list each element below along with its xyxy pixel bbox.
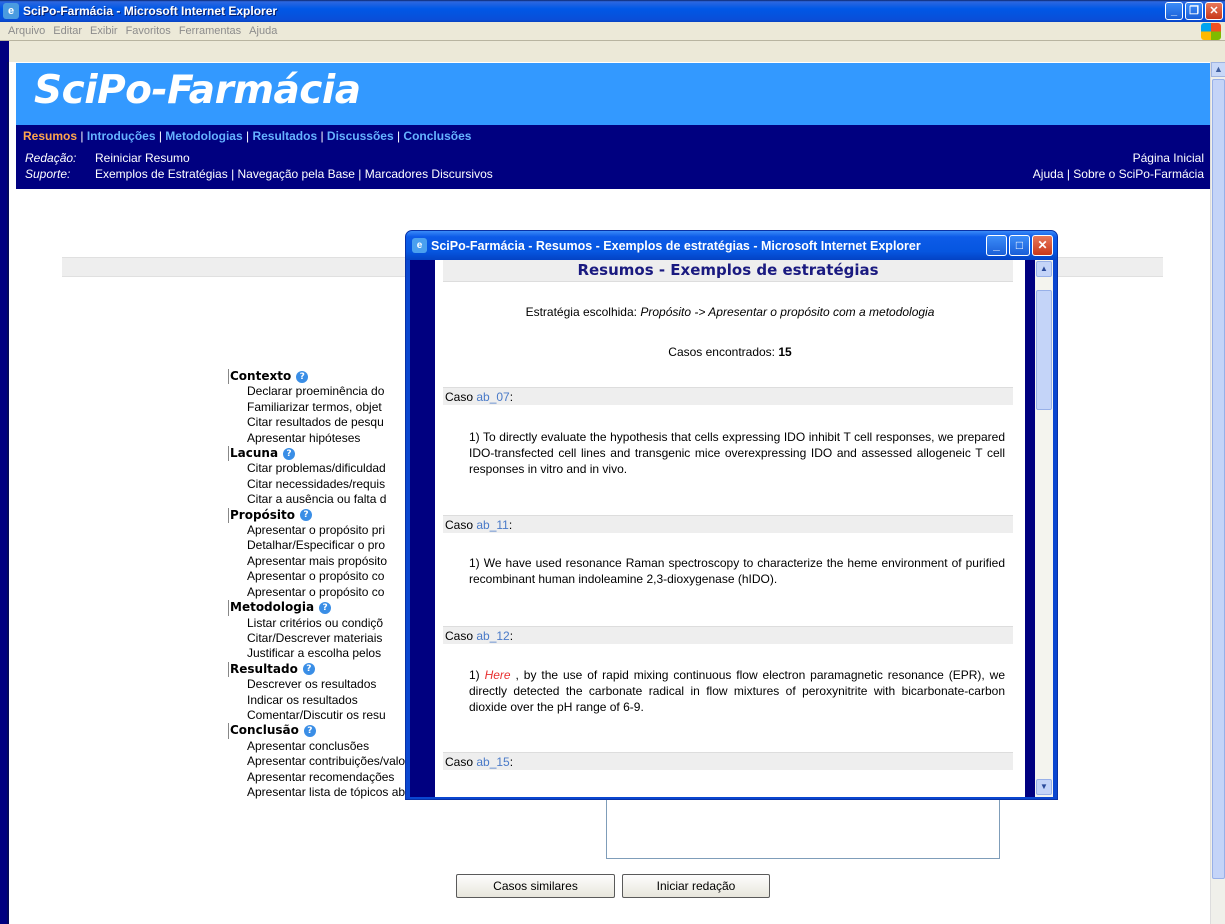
site-nav: Resumos | Introduções | Metodologias | R… [16, 125, 1210, 189]
popup-maximize-button[interactable]: □ [1009, 235, 1030, 256]
tab-discussoes[interactable]: Discussões [327, 129, 394, 143]
popup-left-frame [410, 260, 435, 797]
redacao-label: Redação: [25, 151, 77, 165]
case-id-link[interactable]: ab_07 [476, 390, 509, 404]
examples-popup-window: e SciPo-Farmácia - Resumos - Exemplos de… [405, 230, 1058, 800]
popup-minimize-button[interactable]: _ [986, 235, 1007, 256]
popup-content: Resumos - Exemplos de estratégias Estrat… [435, 260, 1025, 797]
help-icon[interactable]: ? [302, 663, 315, 676]
ie-icon: e [412, 238, 427, 253]
popup-scroll-thumb[interactable] [1036, 290, 1052, 410]
main-scrollbar[interactable]: ▲ [1210, 62, 1225, 924]
suporte-label: Suporte: [25, 167, 71, 181]
browser-window: e SciPo-Farmácia - Microsoft Internet Ex… [0, 0, 1225, 924]
menu-exibir[interactable]: Exibir [90, 25, 118, 37]
title-bar: e SciPo-Farmácia - Microsoft Internet Ex… [0, 0, 1225, 22]
menu-ajuda[interactable]: Ajuda [249, 25, 277, 37]
reiniciar-resumo-link[interactable]: Reiniciar Resumo [95, 151, 190, 165]
tab-metodologias[interactable]: Metodologias [165, 129, 242, 143]
scroll-thumb[interactable] [1212, 79, 1225, 879]
suporte-row: Suporte: Exemplos de Estratégias | Navega… [25, 167, 493, 181]
ajuda-sobre-links[interactable]: Ajuda | Sobre o SciPo-Farmácia [1033, 167, 1204, 181]
help-icon[interactable]: ? [303, 725, 316, 738]
redacao-row: Redação: Reiniciar Resumo [25, 151, 190, 165]
popup-heading: Resumos - Exemplos de estratégias [443, 260, 1013, 282]
popup-client: Resumos - Exemplos de estratégias Estrat… [410, 260, 1053, 797]
case-id-link[interactable]: ab_12 [476, 629, 509, 643]
restore-button[interactable]: ❐ [1185, 2, 1203, 20]
suporte-links[interactable]: Exemplos de Estratégias | Navegação pela… [95, 167, 493, 181]
popup-close-button[interactable]: ✕ [1032, 235, 1053, 256]
menu-editar[interactable]: Editar [53, 25, 82, 37]
iniciar-redacao-button[interactable]: Iniciar redação [622, 874, 770, 898]
popup-title-bar: e SciPo-Farmácia - Resumos - Exemplos de… [406, 231, 1057, 260]
pagina-inicial-link[interactable]: Página Inicial [1133, 151, 1204, 165]
case-header: Caso ab_07: [443, 387, 1013, 405]
help-icon[interactable]: ? [296, 370, 309, 383]
popup-scrollbar[interactable]: ▲ ▼ [1035, 260, 1053, 797]
site-banner: SciPo-Farmácia [16, 63, 1210, 125]
menu-arquivo[interactable]: Arquivo [8, 25, 45, 37]
case-id-link[interactable]: ab_15 [476, 755, 509, 769]
close-button[interactable]: ✕ [1205, 2, 1223, 20]
help-icon[interactable]: ? [283, 447, 296, 460]
casos-similares-button[interactable]: Casos similares [456, 874, 615, 898]
ie-icon: e [3, 3, 19, 19]
menu-favoritos[interactable]: Favoritos [126, 25, 171, 37]
case-header: Caso ab_11: [443, 515, 1013, 533]
minimize-button[interactable]: _ [1165, 2, 1183, 20]
menu-ferramentas[interactable]: Ferramentas [179, 25, 241, 37]
tab-introducoes[interactable]: Introduções [87, 129, 156, 143]
case-header: Caso ab_12: [443, 626, 1013, 644]
section-tabs: Resumos | Introduções | Metodologias | R… [23, 129, 472, 143]
case-header: Caso ab_15: [443, 752, 1013, 770]
case-text: 1) Here , by the use of rapid mixing con… [469, 668, 1005, 714]
help-icon[interactable]: ? [300, 509, 313, 522]
help-icon[interactable]: ? [319, 601, 332, 614]
window-title: SciPo-Farmácia - Microsoft Internet Expl… [23, 4, 278, 18]
scroll-up-arrow-icon[interactable]: ▲ [1211, 62, 1225, 77]
strategy-line: Estratégia escolhida: Propósito -> Apres… [525, 305, 935, 319]
tab-resultados[interactable]: Resultados [252, 129, 317, 143]
cases-count: 15 [778, 345, 792, 359]
windows-logo-icon [1201, 23, 1221, 40]
tab-conclusoes[interactable]: Conclusões [403, 129, 471, 143]
tab-resumos[interactable]: Resumos [23, 129, 77, 143]
strategy-value: Propósito -> Apresentar o propósito com … [640, 305, 935, 319]
site-brand: SciPo-Farmácia [34, 68, 361, 113]
case-text: 1) To directly evaluate the hypothesis t… [469, 430, 1005, 476]
popup-scroll-up-icon[interactable]: ▲ [1036, 261, 1052, 277]
popup-scroll-down-icon[interactable]: ▼ [1036, 779, 1052, 795]
case-text: 1) We have used resonance Raman spectros… [469, 556, 1005, 586]
cases-count-line: Casos encontrados: 15 [668, 345, 792, 359]
case-id-link[interactable]: ab_11 [476, 518, 508, 532]
popup-title: SciPo-Farmácia - Resumos - Exemplos de e… [431, 238, 921, 253]
discourse-marker: Here [484, 668, 511, 682]
popup-right-frame [1025, 260, 1035, 797]
menu-bar: Arquivo Editar Exibir Favoritos Ferramen… [0, 22, 1225, 41]
